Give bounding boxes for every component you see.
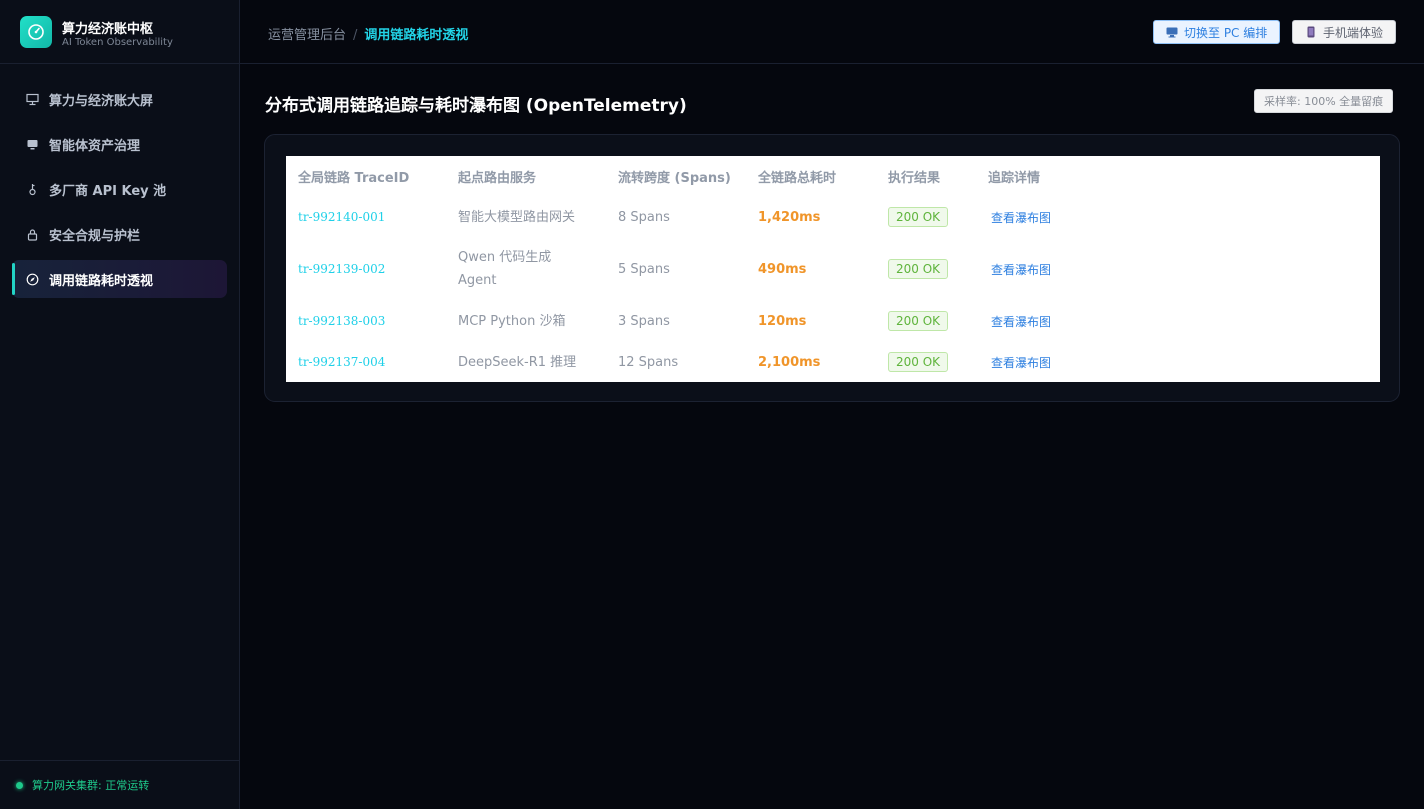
status-dot-icon — [16, 781, 23, 789]
sidebar-item-security[interactable]: 安全合规与护栏 — [12, 215, 227, 253]
switch-pc-button[interactable]: 切换至 PC 编排 — [1153, 20, 1281, 44]
cluster-status-text: 算力网关集群: 正常运转 — [32, 779, 150, 792]
span-count: 12 Spans — [618, 354, 679, 370]
sidebar-item-label: 调用链路耗时透视 — [49, 273, 154, 289]
table-header-row: 全局链路 TraceID 起点路由服务 流转跨度 (Spans) 全链路总耗时 … — [286, 156, 1380, 196]
switch-pc-label: 切换至 PC 编排 — [1184, 25, 1268, 40]
breadcrumb-root[interactable]: 运营管理后台 — [268, 28, 346, 43]
status-badge: 200 OK — [888, 259, 949, 279]
sidebar-item-tracing[interactable]: 调用链路耗时透视 — [12, 260, 227, 298]
sidebar-item-label: 智能体资产治理 — [49, 138, 141, 154]
brand-title: 算力经济账中枢 — [62, 22, 154, 37]
service-name: DeepSeek-R1 推理 — [458, 354, 577, 370]
desktop-icon — [1166, 26, 1178, 38]
compass-icon — [25, 272, 39, 286]
gauge-icon — [20, 16, 52, 48]
service-name: MCP Python 沙箱 — [458, 313, 566, 329]
sidebar-item-agents[interactable]: 智能体资产治理 — [12, 125, 227, 163]
trace-id-link[interactable]: tr-992138-003 — [298, 314, 385, 328]
span-count: 8 Spans — [618, 209, 670, 225]
column-header: 追踪详情 — [988, 170, 1041, 186]
view-waterfall-link[interactable]: 查看瀑布图 — [988, 263, 1051, 277]
trace-table-container: 全局链路 TraceID 起点路由服务 流转跨度 (Spans) 全链路总耗时 … — [286, 156, 1380, 382]
table-row: tr-992139-002 Qwen 代码生成 Agent 5 Spans 49… — [286, 238, 1380, 300]
key-icon — [25, 182, 39, 196]
view-waterfall-link[interactable]: 查看瀑布图 — [988, 315, 1051, 329]
trace-id-link[interactable]: tr-992140-001 — [298, 210, 385, 224]
sidebar-item-label: 多厂商 API Key 池 — [49, 183, 167, 199]
column-header: 流转跨度 (Spans) — [618, 170, 731, 186]
sidebar-item-label: 算力与经济账大屏 — [49, 93, 154, 109]
column-header: 全局链路 TraceID — [298, 170, 410, 186]
page-title: 分布式调用链路追踪与耗时瀑布图 (OpenTelemetry) — [265, 96, 687, 116]
mobile-experience-label: 手机端体验 — [1323, 25, 1384, 40]
trace-id-link[interactable]: tr-992137-004 — [298, 355, 385, 369]
status-badge: 200 OK — [888, 352, 949, 372]
sidebar-item-label: 安全合规与护栏 — [49, 228, 141, 244]
mobile-experience-button[interactable]: 手机端体验 — [1292, 20, 1397, 44]
status-badge: 200 OK — [888, 311, 949, 331]
column-header: 全链路总耗时 — [758, 170, 837, 186]
brand: 算力经济账中枢 AI Token Observability — [0, 0, 239, 64]
sample-rate-badge: 采样率: 100% 全量留痕 — [1254, 89, 1394, 113]
breadcrumb: 运营管理后台 / 调用链路耗时透视 — [268, 24, 468, 43]
view-waterfall-link[interactable]: 查看瀑布图 — [988, 211, 1051, 225]
total-duration: 2,100ms — [758, 354, 821, 370]
cluster-status: 算力网关集群: 正常运转 — [0, 760, 239, 809]
lock-icon — [25, 227, 39, 241]
sidebar-item-dashboard[interactable]: 算力与经济账大屏 — [12, 80, 227, 118]
dashboard-icon — [25, 92, 39, 106]
table-row: tr-992138-003 MCP Python 沙箱 3 Spans 120m… — [286, 300, 1380, 342]
sidebar: 算力经济账中枢 AI Token Observability 算力与经济账大屏 … — [0, 0, 240, 809]
total-duration: 120ms — [758, 313, 807, 329]
trace-id-link[interactable]: tr-992139-002 — [298, 262, 385, 276]
app-root: 算力经济账中枢 AI Token Observability 算力与经济账大屏 … — [0, 0, 1424, 809]
phone-icon — [1305, 26, 1317, 38]
topbar: 运营管理后台 / 调用链路耗时透视 切换至 PC 编排 手机端体验 — [240, 0, 1424, 64]
status-badge: 200 OK — [888, 207, 949, 227]
breadcrumb-current: 调用链路耗时透视 — [364, 28, 469, 43]
brand-subtitle: AI Token Observability — [62, 37, 173, 48]
service-name: Qwen 代码生成 Agent — [458, 250, 552, 288]
column-header: 执行结果 — [888, 170, 941, 186]
sidebar-item-api-keys[interactable]: 多厂商 API Key 池 — [12, 170, 227, 208]
sidebar-nav: 算力与经济账大屏 智能体资产治理 多厂商 API Key 池 安全合规与护栏 调… — [12, 80, 227, 305]
view-waterfall-link[interactable]: 查看瀑布图 — [988, 356, 1051, 370]
table-row: tr-992140-001 智能大模型路由网关 8 Spans 1,420ms … — [286, 196, 1380, 238]
service-name: 智能大模型路由网关 — [458, 209, 576, 225]
column-header: 起点路由服务 — [458, 170, 537, 186]
breadcrumb-separator: / — [353, 28, 358, 43]
span-count: 5 Spans — [618, 261, 670, 277]
table-row: tr-992137-004 DeepSeek-R1 推理 12 Spans 2,… — [286, 342, 1380, 382]
total-duration: 490ms — [758, 261, 807, 277]
monitor-icon — [25, 137, 39, 151]
span-count: 3 Spans — [618, 313, 670, 329]
total-duration: 1,420ms — [758, 209, 821, 225]
trace-table: 全局链路 TraceID 起点路由服务 流转跨度 (Spans) 全链路总耗时 … — [286, 156, 1380, 382]
trace-card: 全局链路 TraceID 起点路由服务 流转跨度 (Spans) 全链路总耗时 … — [264, 134, 1400, 402]
